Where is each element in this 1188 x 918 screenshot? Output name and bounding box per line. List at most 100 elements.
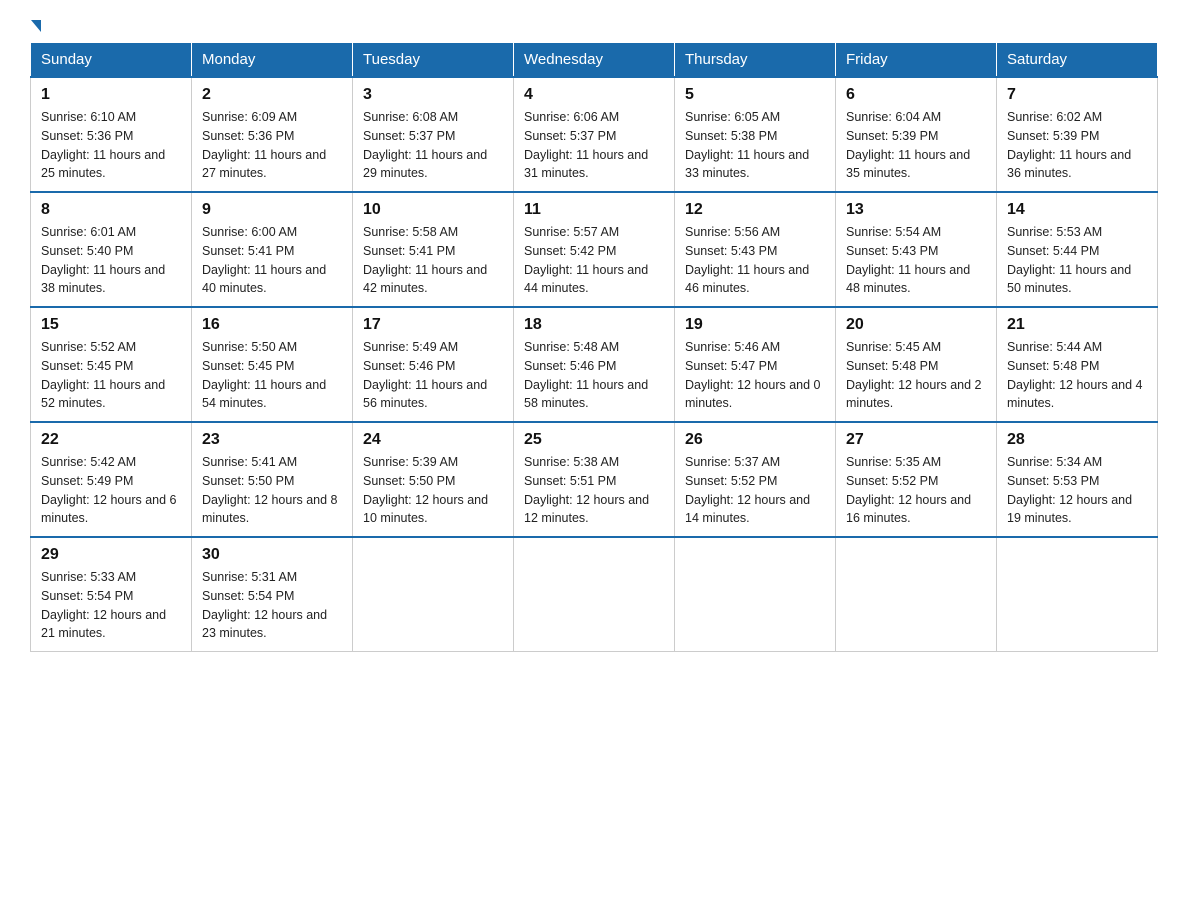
calendar-cell bbox=[514, 537, 675, 652]
calendar-cell bbox=[675, 537, 836, 652]
calendar-cell: 15 Sunrise: 5:52 AMSunset: 5:45 PMDayligh… bbox=[31, 307, 192, 422]
calendar-cell: 13Sunrise: 5:54 AMSunset: 5:43 PMDayligh… bbox=[836, 192, 997, 307]
calendar-week-row: 1 Sunrise: 6:10 AMSunset: 5:36 PMDaylight… bbox=[31, 77, 1158, 192]
day-number: 16 bbox=[202, 316, 342, 334]
day-number: 14 bbox=[1007, 201, 1147, 219]
calendar-cell: 19 Sunrise: 5:46 AMSunset: 5:47 PMDayligh… bbox=[675, 307, 836, 422]
day-info: Sunrise: 5:33 AMSunset: 5:54 PMDaylight:… bbox=[41, 568, 181, 643]
day-info: Sunrise: 6:08 AMSunset: 5:37 PMDaylight:… bbox=[363, 108, 503, 183]
day-number: 5 bbox=[685, 86, 825, 104]
day-info: Sunrise: 6:09 AMSunset: 5:36 PMDaylight:… bbox=[202, 108, 342, 183]
day-info: Sunrise: 6:04 AMSunset: 5:39 PMDaylight:… bbox=[846, 108, 986, 183]
calendar-table: SundayMondayTuesdayWednesdayThursdayFrid… bbox=[30, 42, 1158, 652]
calendar-week-row: 8 Sunrise: 6:01 AMSunset: 5:40 PMDaylight… bbox=[31, 192, 1158, 307]
weekday-header-saturday: Saturday bbox=[997, 43, 1158, 78]
calendar-cell: 23 Sunrise: 5:41 AMSunset: 5:50 PMDayligh… bbox=[192, 422, 353, 537]
logo-arrow-icon bbox=[31, 20, 41, 32]
day-info: Sunrise: 5:34 AMSunset: 5:53 PMDaylight:… bbox=[1007, 453, 1147, 528]
day-info: Sunrise: 5:42 AMSunset: 5:49 PMDaylight:… bbox=[41, 453, 181, 528]
calendar-cell: 8 Sunrise: 6:01 AMSunset: 5:40 PMDaylight… bbox=[31, 192, 192, 307]
day-number: 30 bbox=[202, 546, 342, 564]
calendar-cell bbox=[997, 537, 1158, 652]
calendar-cell: 17 Sunrise: 5:49 AMSunset: 5:46 PMDayligh… bbox=[353, 307, 514, 422]
day-number: 28 bbox=[1007, 431, 1147, 449]
day-number: 7 bbox=[1007, 86, 1147, 104]
day-info: Sunrise: 6:02 AMSunset: 5:39 PMDaylight:… bbox=[1007, 108, 1147, 183]
calendar-cell: 30 Sunrise: 5:31 AMSunset: 5:54 PMDayligh… bbox=[192, 537, 353, 652]
day-number: 20 bbox=[846, 316, 986, 334]
calendar-cell: 12 Sunrise: 5:56 AMSunset: 5:43 PMDayligh… bbox=[675, 192, 836, 307]
day-info: Sunrise: 6:10 AMSunset: 5:36 PMDaylight:… bbox=[41, 108, 181, 183]
day-info: Sunrise: 5:49 AMSunset: 5:46 PMDaylight:… bbox=[363, 338, 503, 413]
calendar-week-row: 22 Sunrise: 5:42 AMSunset: 5:49 PMDayligh… bbox=[31, 422, 1158, 537]
day-number: 21 bbox=[1007, 316, 1147, 334]
weekday-header-monday: Monday bbox=[192, 43, 353, 78]
page-header bbox=[30, 20, 1158, 32]
weekday-header-sunday: Sunday bbox=[31, 43, 192, 78]
day-number: 11 bbox=[524, 201, 664, 219]
logo bbox=[30, 20, 42, 32]
day-number: 27 bbox=[846, 431, 986, 449]
day-info: Sunrise: 5:39 AMSunset: 5:50 PMDaylight:… bbox=[363, 453, 503, 528]
calendar-week-row: 15 Sunrise: 5:52 AMSunset: 5:45 PMDayligh… bbox=[31, 307, 1158, 422]
day-number: 1 bbox=[41, 86, 181, 104]
day-info: Sunrise: 5:52 AMSunset: 5:45 PMDaylight:… bbox=[41, 338, 181, 413]
day-number: 19 bbox=[685, 316, 825, 334]
day-info: Sunrise: 5:44 AMSunset: 5:48 PMDaylight:… bbox=[1007, 338, 1147, 413]
day-info: Sunrise: 5:53 AMSunset: 5:44 PMDaylight:… bbox=[1007, 223, 1147, 298]
day-number: 10 bbox=[363, 201, 503, 219]
day-info: Sunrise: 5:41 AMSunset: 5:50 PMDaylight:… bbox=[202, 453, 342, 528]
day-info: Sunrise: 5:37 AMSunset: 5:52 PMDaylight:… bbox=[685, 453, 825, 528]
calendar-cell: 4 Sunrise: 6:06 AMSunset: 5:37 PMDaylight… bbox=[514, 77, 675, 192]
weekday-header-wednesday: Wednesday bbox=[514, 43, 675, 78]
calendar-cell: 9 Sunrise: 6:00 AMSunset: 5:41 PMDaylight… bbox=[192, 192, 353, 307]
day-number: 24 bbox=[363, 431, 503, 449]
calendar-cell: 3 Sunrise: 6:08 AMSunset: 5:37 PMDaylight… bbox=[353, 77, 514, 192]
weekday-header-friday: Friday bbox=[836, 43, 997, 78]
calendar-cell: 28 Sunrise: 5:34 AMSunset: 5:53 PMDayligh… bbox=[997, 422, 1158, 537]
day-number: 17 bbox=[363, 316, 503, 334]
day-info: Sunrise: 6:05 AMSunset: 5:38 PMDaylight:… bbox=[685, 108, 825, 183]
day-number: 8 bbox=[41, 201, 181, 219]
day-number: 4 bbox=[524, 86, 664, 104]
day-info: Sunrise: 5:54 AMSunset: 5:43 PMDaylight:… bbox=[846, 223, 986, 298]
day-info: Sunrise: 5:45 AMSunset: 5:48 PMDaylight:… bbox=[846, 338, 986, 413]
calendar-cell: 29 Sunrise: 5:33 AMSunset: 5:54 PMDayligh… bbox=[31, 537, 192, 652]
calendar-cell: 27 Sunrise: 5:35 AMSunset: 5:52 PMDayligh… bbox=[836, 422, 997, 537]
calendar-cell: 18 Sunrise: 5:48 AMSunset: 5:46 PMDayligh… bbox=[514, 307, 675, 422]
calendar-cell: 2 Sunrise: 6:09 AMSunset: 5:36 PMDaylight… bbox=[192, 77, 353, 192]
day-number: 15 bbox=[41, 316, 181, 334]
day-info: Sunrise: 6:00 AMSunset: 5:41 PMDaylight:… bbox=[202, 223, 342, 298]
day-number: 2 bbox=[202, 86, 342, 104]
calendar-cell: 6 Sunrise: 6:04 AMSunset: 5:39 PMDaylight… bbox=[836, 77, 997, 192]
day-number: 29 bbox=[41, 546, 181, 564]
day-number: 12 bbox=[685, 201, 825, 219]
day-info: Sunrise: 5:46 AMSunset: 5:47 PMDaylight:… bbox=[685, 338, 825, 413]
day-info: Sunrise: 6:01 AMSunset: 5:40 PMDaylight:… bbox=[41, 223, 181, 298]
day-info: Sunrise: 5:50 AMSunset: 5:45 PMDaylight:… bbox=[202, 338, 342, 413]
day-number: 23 bbox=[202, 431, 342, 449]
day-number: 3 bbox=[363, 86, 503, 104]
day-info: Sunrise: 5:57 AMSunset: 5:42 PMDaylight:… bbox=[524, 223, 664, 298]
calendar-cell: 21 Sunrise: 5:44 AMSunset: 5:48 PMDayligh… bbox=[997, 307, 1158, 422]
day-number: 25 bbox=[524, 431, 664, 449]
calendar-cell: 20 Sunrise: 5:45 AMSunset: 5:48 PMDayligh… bbox=[836, 307, 997, 422]
weekday-header-tuesday: Tuesday bbox=[353, 43, 514, 78]
day-number: 9 bbox=[202, 201, 342, 219]
day-info: Sunrise: 5:56 AMSunset: 5:43 PMDaylight:… bbox=[685, 223, 825, 298]
day-number: 22 bbox=[41, 431, 181, 449]
calendar-cell: 16 Sunrise: 5:50 AMSunset: 5:45 PMDayligh… bbox=[192, 307, 353, 422]
calendar-cell: 10Sunrise: 5:58 AMSunset: 5:41 PMDayligh… bbox=[353, 192, 514, 307]
day-info: Sunrise: 5:35 AMSunset: 5:52 PMDaylight:… bbox=[846, 453, 986, 528]
weekday-header-thursday: Thursday bbox=[675, 43, 836, 78]
day-number: 18 bbox=[524, 316, 664, 334]
day-number: 26 bbox=[685, 431, 825, 449]
day-number: 6 bbox=[846, 86, 986, 104]
calendar-cell: 5 Sunrise: 6:05 AMSunset: 5:38 PMDaylight… bbox=[675, 77, 836, 192]
calendar-cell: 26 Sunrise: 5:37 AMSunset: 5:52 PMDayligh… bbox=[675, 422, 836, 537]
calendar-cell: 22 Sunrise: 5:42 AMSunset: 5:49 PMDayligh… bbox=[31, 422, 192, 537]
day-info: Sunrise: 6:06 AMSunset: 5:37 PMDaylight:… bbox=[524, 108, 664, 183]
calendar-cell: 25Sunrise: 5:38 AMSunset: 5:51 PMDayligh… bbox=[514, 422, 675, 537]
day-info: Sunrise: 5:48 AMSunset: 5:46 PMDaylight:… bbox=[524, 338, 664, 413]
day-info: Sunrise: 5:31 AMSunset: 5:54 PMDaylight:… bbox=[202, 568, 342, 643]
